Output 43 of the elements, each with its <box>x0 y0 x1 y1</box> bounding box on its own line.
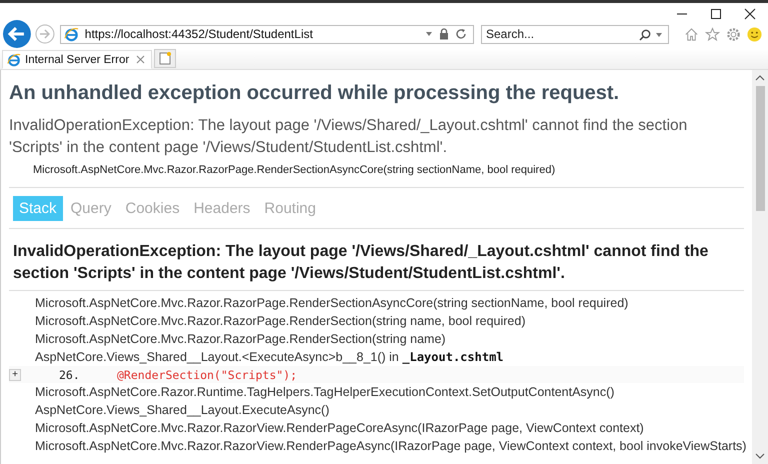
browser-tab[interactable]: Internal Server Error <box>2 50 152 69</box>
back-button[interactable] <box>2 19 32 49</box>
stack-frame: Microsoft.AspNetCore.Mvc.Razor.RazorPage.RenderSectionAsyncCore(string sectionName, bool required) <box>9 294 744 312</box>
stack-frame: Microsoft.AspNetCore.Mvc.Razor.RazorPage.RenderSection(string name, bool required) <box>9 312 744 330</box>
scroll-up-icon[interactable] <box>755 74 765 82</box>
search-icon[interactable] <box>639 28 651 40</box>
exception-heading: InvalidOperationException: The layout page '/Views/Shared/_Layout.cshtml' cannot find the section 'Scripts' in the content page '/Views/Student/StudentList.cshtml'. <box>12 242 710 284</box>
stack-frame: Microsoft.AspNetCore.Razor.Runtime.TagHelpers.TagHelperExecutionContext.SetOutputContentAsync() <box>9 383 744 401</box>
page-tab[interactable]: Stack <box>13 196 63 221</box>
settings-icon[interactable] <box>726 26 741 42</box>
stack-frame: Microsoft.AspNetCore.Mvc.Razor.RazorView.RenderPageCoreAsync(IRazorPage page, ViewContext context) <box>9 419 744 437</box>
browser-logo-icon <box>64 26 79 42</box>
source-code: @RenderSection("Scripts"); <box>117 368 298 382</box>
address-text: https://localhost:44352/Student/StudentList <box>84 27 314 41</box>
stack-frame: AspNetCore.Views_Shared__Layout.<ExecuteAsync>b__8_1() in _Layout.cshtml <box>9 348 744 366</box>
line-number: 26. <box>59 368 81 382</box>
maximize-icon[interactable] <box>710 8 722 20</box>
page-tab[interactable]: Routing <box>258 196 322 221</box>
page-tab[interactable]: Headers <box>188 196 256 221</box>
error-title: An unhandled exception occurred while processing the request. <box>9 82 620 105</box>
scroll-down-icon[interactable] <box>755 452 765 460</box>
caret-icon[interactable] <box>655 32 663 38</box>
scroll-thumb[interactable] <box>756 86 764 211</box>
error-message: InvalidOperationException: The layout page '/Views/Shared/_Layout.cshtml' cannot find the section 'Scripts' in the content page '/Views/Student/StudentList.cshtml'. <box>9 116 688 158</box>
error-location: Microsoft.AspNetCore.Mvc.Razor.RazorPage.RenderSectionAsyncCore(string sectionName, bool required) <box>33 164 556 176</box>
browser-logo-icon <box>7 52 21 66</box>
expand-button[interactable]: + <box>9 368 21 380</box>
close-icon[interactable] <box>744 8 756 20</box>
home-icon[interactable] <box>684 26 699 42</box>
scrollbar-track[interactable] <box>752 70 768 464</box>
stack-frame: AspNetCore.Views_Shared__Layout.ExecuteAsync() <box>9 401 744 419</box>
caret-icon[interactable] <box>425 31 433 37</box>
address-bar[interactable]: https://localhost:44352/Student/StudentList <box>60 24 474 44</box>
new-tab-button[interactable] <box>154 49 176 68</box>
lock-icon <box>439 28 449 40</box>
refresh-icon[interactable] <box>455 28 467 40</box>
stack-frame: Microsoft.AspNetCore.Mvc.Razor.RazorPage.RenderSection(string name) <box>9 330 744 348</box>
stack-frame: Microsoft.AspNetCore.Mvc.Razor.RazorView.RenderPageAsync(IRazorPage page, ViewContext context, bool invokeViewStarts) <box>9 437 744 455</box>
search-field[interactable]: Search... <box>481 24 669 44</box>
page-tab[interactable]: Cookies <box>119 196 186 221</box>
page-tab[interactable]: Query <box>64 196 118 221</box>
star-icon[interactable] <box>705 26 720 42</box>
smiley-icon[interactable] <box>747 26 762 42</box>
